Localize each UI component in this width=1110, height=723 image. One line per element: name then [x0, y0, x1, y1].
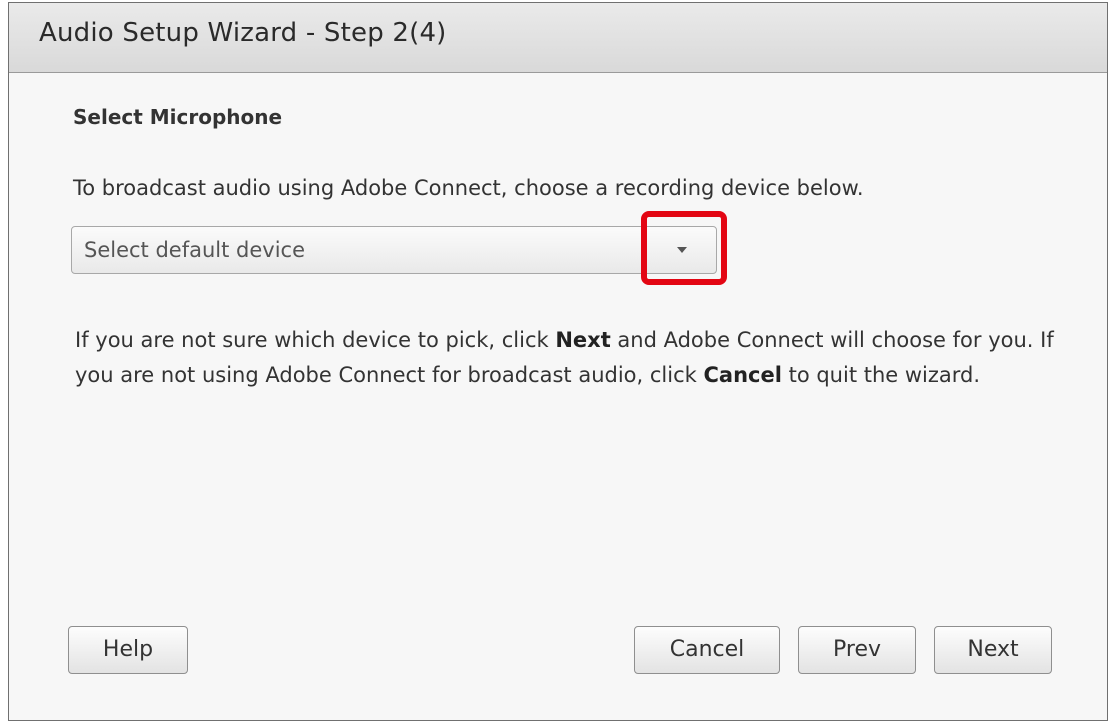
next-button[interactable]: Next	[934, 626, 1052, 674]
audio-setup-dialog: Audio Setup Wizard - Step 2(4) Select Mi…	[8, 2, 1108, 721]
next-keyword: Next	[555, 328, 611, 352]
help-paragraph: If you are not sure which device to pick…	[75, 328, 1054, 387]
microphone-select[interactable]: Select default device	[71, 226, 717, 274]
dropdown-highlight-box	[641, 211, 727, 285]
cancel-button[interactable]: Cancel	[634, 626, 780, 674]
help-button[interactable]: Help	[68, 626, 188, 674]
section-heading: Select Microphone	[73, 105, 283, 129]
cancel-keyword: Cancel	[703, 363, 782, 387]
microphone-select-value: Select default device	[84, 238, 306, 262]
dialog-title: Audio Setup Wizard - Step 2(4)	[39, 18, 447, 48]
prev-button[interactable]: Prev	[798, 626, 916, 674]
instruction-text: To broadcast audio using Adobe Connect, …	[73, 176, 864, 200]
title-bar[interactable]: Audio Setup Wizard - Step 2(4)	[9, 3, 1107, 73]
